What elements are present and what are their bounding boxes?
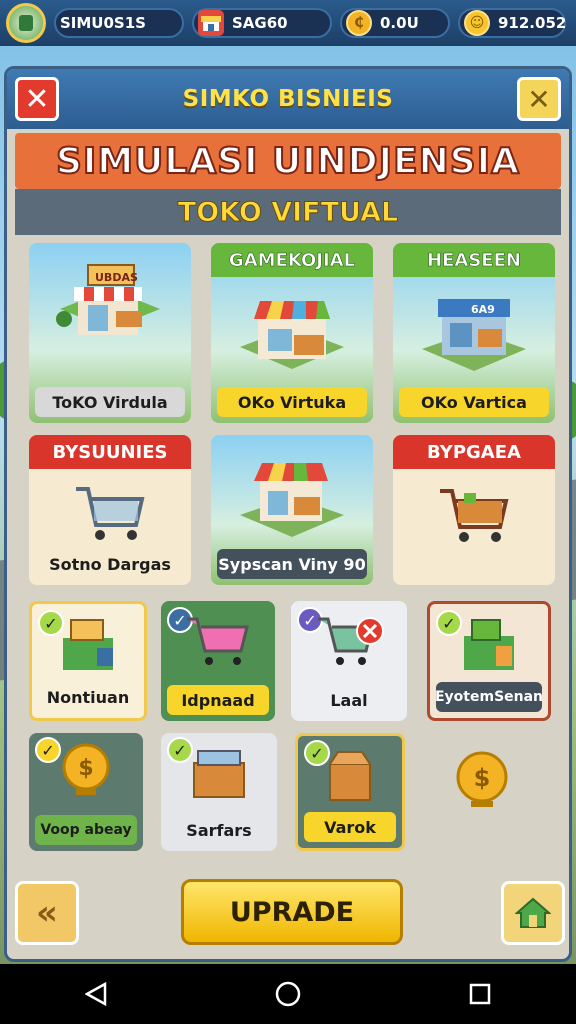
item-card-3[interactable]: ✓ Laal	[291, 601, 407, 721]
business-card-2[interactable]: Sypscan Viny 90	[211, 435, 373, 585]
shop-building-1	[56, 264, 160, 335]
player-name: SIMU0S1S	[60, 14, 146, 32]
back-button[interactable]: «	[15, 881, 79, 945]
shop-3-sign: 6A9	[471, 303, 495, 316]
pink-cart-icon	[187, 617, 249, 665]
shop-card-2[interactable]: GAMEKOJIAL OKo Virtuka	[211, 243, 373, 423]
recents-square-icon	[469, 983, 491, 1005]
business-1-label: Sotno Dargas	[49, 554, 171, 574]
dismiss-button[interactable]: ✕	[517, 77, 561, 121]
shop-3-header: HEASEEN	[393, 243, 555, 277]
back-triangle-icon	[85, 982, 107, 1006]
cart-remove-icon	[318, 617, 384, 665]
cart-with-goods-icon	[440, 489, 509, 542]
cash-register-icon	[63, 619, 113, 670]
upgrade-button[interactable]: UPRADE	[181, 879, 403, 945]
shop-1-label: ToKO Virdula	[35, 387, 185, 417]
money-value: 912.052	[498, 14, 567, 32]
nav-home-button[interactable]	[268, 974, 308, 1014]
item-card-5[interactable]: ✓ $ Voop abeay	[29, 733, 143, 851]
subbanner-text: TOKO VIFTUAL	[177, 196, 399, 228]
cardboard-box-icon	[329, 751, 371, 801]
business-3-header: BYPGAEA	[393, 435, 555, 469]
item-2-label: Idpnaad	[167, 685, 269, 715]
banner-text: SIMULASI UINDJENSIA	[55, 140, 520, 183]
money-box-icon	[464, 619, 514, 670]
business-panel: ✕ SIMKO BISNIEIS ✕ SIMULASI UINDJENSIA T…	[4, 66, 572, 962]
close-button[interactable]: ✕	[15, 77, 59, 121]
item-card-6[interactable]: ✓ Sarfars	[161, 733, 277, 851]
item-card-1[interactable]: ✓ Nontiuan	[29, 601, 147, 721]
cash-pill[interactable]: ₵ 0.0U	[340, 8, 450, 38]
item-card-7[interactable]: ✓ Varok	[295, 733, 405, 851]
nav-recents-button[interactable]	[460, 974, 500, 1014]
shopping-cart-icon	[76, 487, 145, 540]
shop-building-4	[240, 463, 344, 537]
shop-1-sign: UBDAS	[95, 271, 138, 284]
back-icon: «	[36, 893, 58, 933]
cash-value: 0.0U	[380, 14, 419, 32]
shop-resource-pill[interactable]: SAG60	[192, 8, 332, 38]
business-2-label: Sypscan Viny 90	[217, 549, 367, 579]
shop-building-3	[422, 299, 526, 371]
goods-crate-icon	[193, 750, 245, 798]
panel-header: ✕ SIMKO BISNIEIS ✕	[7, 69, 569, 129]
svg-text:$: $	[78, 756, 93, 781]
item-6-label: Sarfars	[186, 820, 252, 840]
item-5-label: Voop abeay	[35, 815, 137, 845]
smiley-coin-icon: ☺	[464, 10, 490, 36]
item-4-label: EyotemSenan	[435, 682, 543, 712]
gold-coin-icon: $	[62, 743, 110, 795]
business-card-3[interactable]: BYPGAEA	[393, 435, 555, 585]
upgrade-label: UPRADE	[229, 896, 355, 928]
business-1-header: BYSUUNIES	[29, 435, 191, 469]
top-status-bar: SIMU0S1S SAG60 ₵ 0.0U ☺ 912.052	[0, 0, 576, 46]
home-icon	[515, 897, 551, 928]
home-button[interactable]	[501, 881, 565, 945]
system-nav-bar	[0, 964, 576, 1024]
player-name-pill: SIMU0S1S	[54, 8, 184, 38]
shop-resource-value: SAG60	[232, 14, 288, 32]
shop-2-header: GAMEKOJIAL	[211, 243, 373, 277]
nav-back-button[interactable]	[76, 974, 116, 1014]
shop-building-2	[240, 301, 344, 369]
money-pill[interactable]: ☺ 912.052	[458, 8, 566, 38]
svg-text:$: $	[474, 764, 491, 792]
panel-title: SIMKO BISNIEIS	[182, 86, 394, 112]
shop-3-label: OKo Vartica	[399, 387, 549, 417]
item-7-label: Varok	[304, 812, 396, 842]
main-banner: SIMULASI UINDJENSIA	[15, 133, 561, 189]
item-1-label: Nontiuan	[46, 687, 130, 707]
shop-card-1[interactable]: UBDAS ToKO Virdula	[29, 243, 191, 423]
shop-card-3[interactable]: HEASEEN 6A9 OKo Vartica	[393, 243, 555, 423]
player-avatar[interactable]	[6, 3, 46, 43]
gold-coin-icon[interactable]: $	[447, 745, 517, 821]
item-3-label: Laal	[330, 690, 368, 710]
coin-icon: ₵	[346, 10, 372, 36]
item-card-2[interactable]: ✓ Idpnaad	[161, 601, 275, 721]
shop-2-label: OKo Virtuka	[217, 387, 367, 417]
business-card-1[interactable]: BYSUUNIES Sotno Dargas	[29, 435, 191, 585]
item-card-4[interactable]: ✓ EyotemSenan	[427, 601, 551, 721]
sub-banner: TOKO VIFTUAL	[15, 189, 561, 235]
home-circle-icon	[275, 981, 301, 1007]
shop-icon	[198, 10, 224, 36]
